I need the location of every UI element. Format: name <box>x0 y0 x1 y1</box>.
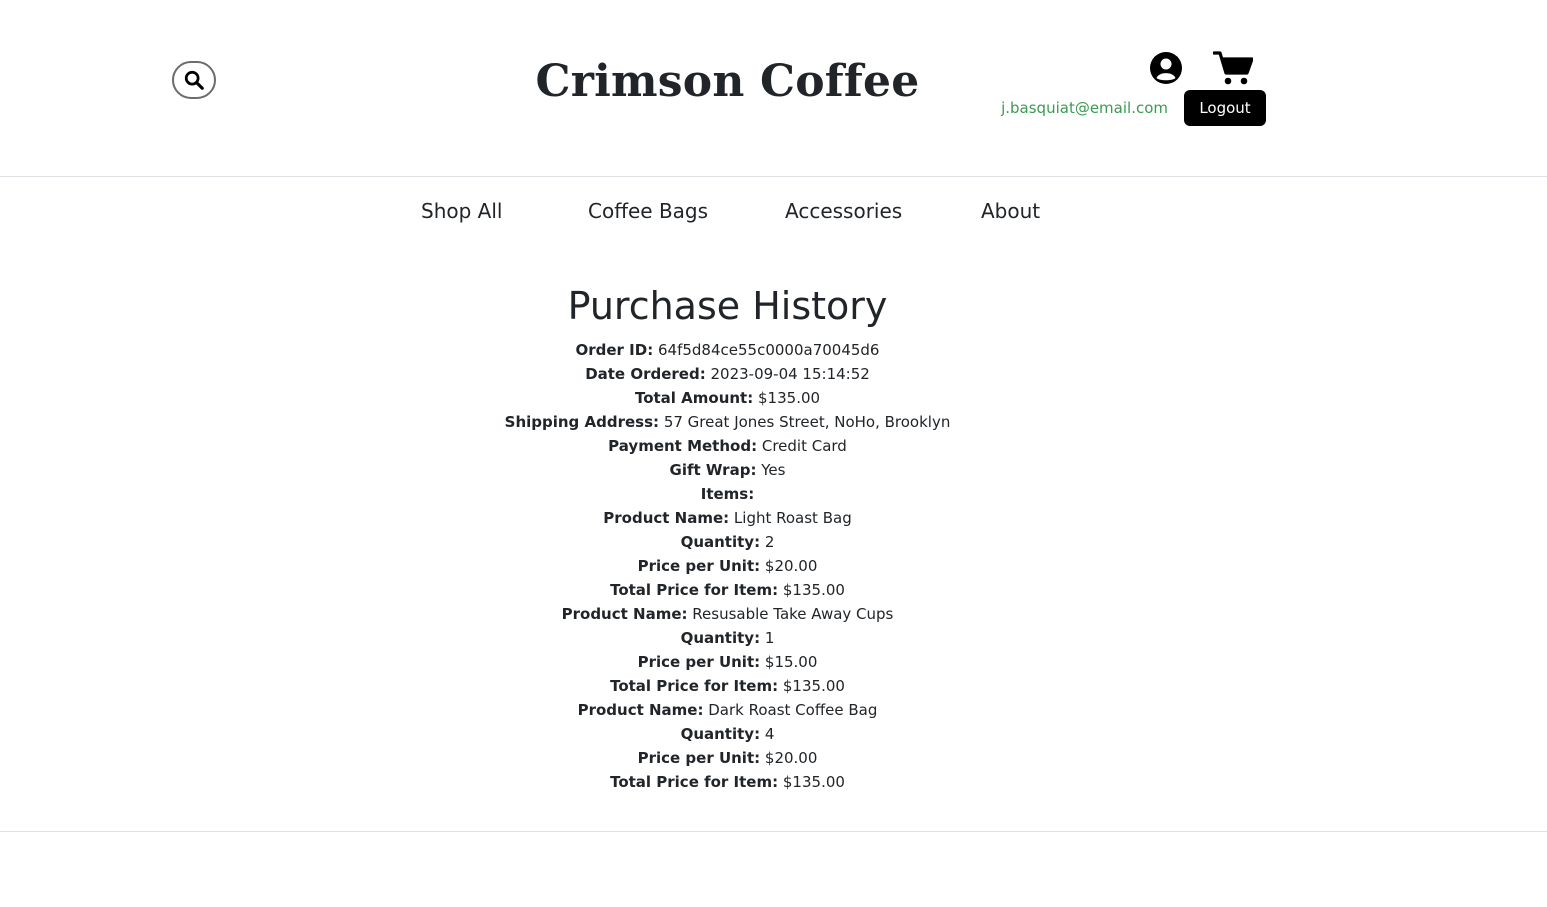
price-per-unit-value: $20.00 <box>764 557 818 575</box>
quantity-value: 1 <box>764 629 775 647</box>
items-heading: Items: <box>0 482 1455 506</box>
total-price-label: Total Price for Item: <box>610 773 779 791</box>
user-email: j.basquiat@email.com <box>1001 99 1168 117</box>
item-price-per-unit: Price per Unit: $20.00 <box>0 554 1455 578</box>
date-ordered-value: 2023-09-04 15:14:52 <box>710 365 870 383</box>
price-per-unit-value: $15.00 <box>764 653 818 671</box>
item-price-per-unit: Price per Unit: $20.00 <box>0 746 1455 770</box>
total-price-value: $135.00 <box>782 773 845 791</box>
items-label: Items: <box>700 485 755 503</box>
gift-wrap-row: Gift Wrap: Yes <box>0 458 1455 482</box>
item-total-price: Total Price for Item: $135.00 <box>0 770 1455 794</box>
gift-wrap-label: Gift Wrap: <box>669 461 757 479</box>
total-price-value: $135.00 <box>782 581 845 599</box>
main-nav: Shop All Coffee Bags Accessories About <box>0 199 1547 229</box>
payment-method-value: Credit Card <box>761 437 847 455</box>
price-per-unit-value: $20.00 <box>764 749 818 767</box>
item-total-price: Total Price for Item: $135.00 <box>0 578 1455 602</box>
cart-icon[interactable] <box>1213 50 1253 86</box>
nav-item-coffee-bags[interactable]: Coffee Bags <box>588 199 708 223</box>
order-id-row: Order ID: 64f5d84ce55c0000a70045d6 <box>0 338 1455 362</box>
total-price-label: Total Price for Item: <box>610 677 779 695</box>
shipping-address-value: 57 Great Jones Street, NoHo, Brooklyn <box>663 413 951 431</box>
gift-wrap-value: Yes <box>761 461 786 479</box>
total-amount-label: Total Amount: <box>634 389 754 407</box>
item-product-name: Product Name: Resusable Take Away Cups <box>0 602 1455 626</box>
footer-divider <box>0 831 1547 832</box>
item-product-name: Product Name: Light Roast Bag <box>0 506 1455 530</box>
nav-item-shop-all[interactable]: Shop All <box>421 199 502 223</box>
quantity-label: Quantity: <box>680 725 761 743</box>
logout-button[interactable]: Logout <box>1184 90 1266 126</box>
product-name-label: Product Name: <box>603 509 730 527</box>
total-price-label: Total Price for Item: <box>610 581 779 599</box>
item-quantity: Quantity: 2 <box>0 530 1455 554</box>
quantity-value: 4 <box>764 725 775 743</box>
item-price-per-unit: Price per Unit: $15.00 <box>0 650 1455 674</box>
product-name-value: Light Roast Bag <box>733 509 852 527</box>
product-name-value: Resusable Take Away Cups <box>692 605 894 623</box>
item-quantity: Quantity: 1 <box>0 626 1455 650</box>
item-product-name: Product Name: Dark Roast Coffee Bag <box>0 698 1455 722</box>
order-id-label: Order ID: <box>575 341 654 359</box>
date-ordered-row: Date Ordered: 2023-09-04 15:14:52 <box>0 362 1455 386</box>
quantity-label: Quantity: <box>680 629 761 647</box>
nav-item-about[interactable]: About <box>981 199 1040 223</box>
shipping-address-label: Shipping Address: <box>504 413 660 431</box>
total-amount-row: Total Amount: $135.00 <box>0 386 1455 410</box>
quantity-value: 2 <box>764 533 775 551</box>
payment-method-label: Payment Method: <box>608 437 758 455</box>
site-header: Crimson Coffee j.basquiat@email.com Logo… <box>0 0 1547 177</box>
price-per-unit-label: Price per Unit: <box>637 749 761 767</box>
account-icon[interactable] <box>1149 51 1183 85</box>
product-name-label: Product Name: <box>561 605 688 623</box>
item-quantity: Quantity: 4 <box>0 722 1455 746</box>
product-name-label: Product Name: <box>577 701 704 719</box>
purchase-history-section: Purchase History Order ID: 64f5d84ce55c0… <box>0 278 1455 794</box>
price-per-unit-label: Price per Unit: <box>637 653 761 671</box>
nav-item-accessories[interactable]: Accessories <box>785 199 902 223</box>
item-total-price: Total Price for Item: $135.00 <box>0 674 1455 698</box>
shipping-address-row: Shipping Address: 57 Great Jones Street,… <box>0 410 1455 434</box>
order-details: Order ID: 64f5d84ce55c0000a70045d6 Date … <box>0 338 1455 794</box>
date-ordered-label: Date Ordered: <box>585 365 706 383</box>
total-price-value: $135.00 <box>782 677 845 695</box>
total-amount-value: $135.00 <box>758 389 821 407</box>
quantity-label: Quantity: <box>680 533 761 551</box>
product-name-value: Dark Roast Coffee Bag <box>708 701 878 719</box>
payment-method-row: Payment Method: Credit Card <box>0 434 1455 458</box>
order-id-value: 64f5d84ce55c0000a70045d6 <box>658 341 880 359</box>
page-title: Purchase History <box>567 284 888 328</box>
price-per-unit-label: Price per Unit: <box>637 557 761 575</box>
